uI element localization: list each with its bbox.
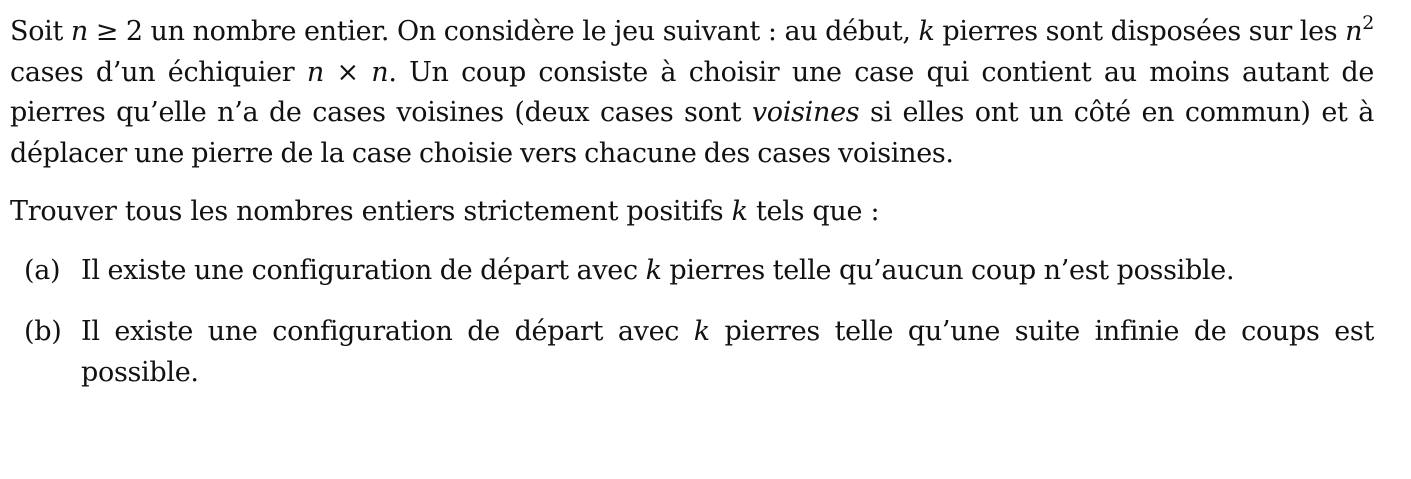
emphasis-voisines: voisines <box>751 97 860 128</box>
item-text-part: Il existe une configuration de départ av… <box>81 254 646 286</box>
math-k: k <box>645 254 662 286</box>
math-n: n <box>1345 16 1363 47</box>
math-exponent: 2 <box>1362 12 1374 34</box>
item-label: (b) <box>24 316 62 347</box>
list-item-b: (b) Il existe une configuration de dépar… <box>10 312 1374 393</box>
math-k: k <box>693 316 710 347</box>
list-item-a: (a) Il existe une configuration de dépar… <box>10 251 1374 292</box>
item-label: (a) <box>24 254 61 286</box>
math-n: n <box>371 56 389 88</box>
question-text: tels que : <box>747 196 880 227</box>
question-paragraph: Trouver tous les nombres entiers stricte… <box>10 192 1374 233</box>
intro-text: Soit <box>10 16 71 47</box>
math-k: k <box>918 16 935 47</box>
question-text: Trouver tous les nombres entiers stricte… <box>10 196 732 227</box>
math-n: n <box>306 56 324 88</box>
intro-text: pierres sont disposées sur les <box>934 16 1346 47</box>
intro-text: cases d’un échiquier <box>10 56 307 88</box>
math-k: k <box>731 196 748 227</box>
item-text: Il existe une configuration de départ av… <box>81 312 1374 393</box>
item-list: (a) Il existe une configuration de dépar… <box>10 251 1374 394</box>
problem-statement: Soit n ≥ 2 un nombre entier. On considèr… <box>10 12 1374 393</box>
item-text-part: pierres telle qu’aucun coup n’est possib… <box>661 254 1235 286</box>
item-text-part: Il existe une configuration de départ av… <box>81 316 694 347</box>
item-text: Il existe une configuration de départ av… <box>81 251 1374 292</box>
intro-paragraph: Soit n ≥ 2 un nombre entier. On considèr… <box>10 12 1374 174</box>
intro-text: ≥ 2 un nombre entier. On considère le je… <box>87 16 919 47</box>
math-n: n <box>70 16 88 47</box>
math-times: × <box>323 56 372 88</box>
